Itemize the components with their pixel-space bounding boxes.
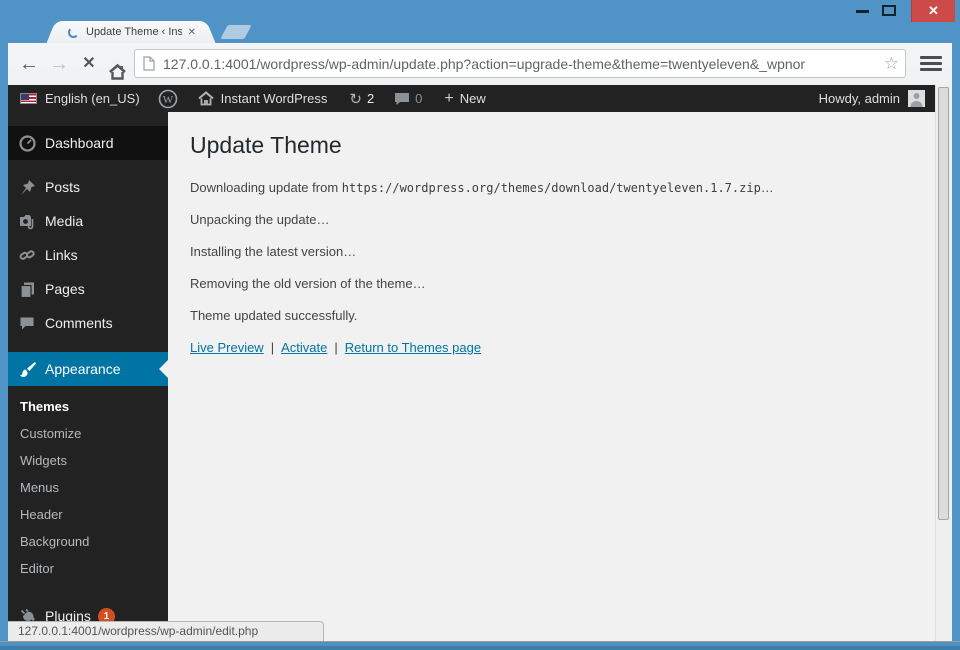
pushpin-icon: [18, 178, 37, 197]
back-button[interactable]: ←: [16, 43, 42, 85]
progress-message-removing: Removing the old version of the theme…: [190, 276, 426, 291]
forward-button[interactable]: →: [46, 43, 72, 85]
browser-tab[interactable]: Update Theme ‹ Instant W ✕: [60, 21, 202, 43]
page-document-icon: [143, 56, 155, 71]
bookmark-star-icon[interactable]: ☆: [884, 54, 899, 74]
updates-icon[interactable]: ↻: [349, 90, 362, 108]
dashboard-gauge-icon: [18, 134, 37, 153]
sidebar-item-pages[interactable]: Pages: [8, 272, 168, 306]
submenu-item-customize[interactable]: Customize: [8, 420, 168, 447]
pages-stack-icon: [18, 280, 37, 299]
comments-count[interactable]: 0: [415, 91, 422, 106]
submenu-item-background[interactable]: Background: [8, 528, 168, 555]
page-scrollbar[interactable]: [935, 85, 952, 641]
return-to-themes-link[interactable]: Return to Themes page: [345, 340, 481, 355]
tab-loading-spinner-icon: [68, 26, 79, 38]
window-minimize-button[interactable]: [856, 10, 869, 13]
progress-message-success: Theme updated successfully.: [190, 308, 358, 323]
page-viewport: English (en_US) W Instant WordPress ↻ 2: [8, 85, 952, 641]
main-content: Update Theme Downloading update from htt…: [168, 112, 935, 641]
submenu-item-themes[interactable]: Themes: [8, 393, 168, 420]
language-flag-icon[interactable]: [20, 93, 37, 104]
live-preview-link[interactable]: Live Preview: [190, 340, 264, 355]
window-close-button[interactable]: ✕: [911, 0, 955, 22]
user-avatar[interactable]: [908, 90, 925, 107]
submenu-item-editor[interactable]: Editor: [8, 555, 168, 582]
wordpress-logo-icon: W: [158, 89, 177, 108]
new-content-plus-icon[interactable]: +: [444, 90, 453, 108]
new-tab-button[interactable]: [220, 25, 252, 39]
wp-admin-bar: English (en_US) W Instant WordPress ↻ 2: [8, 85, 935, 112]
progress-message-installing: Installing the latest version…: [190, 244, 357, 259]
wp-admin-menu: Dashboard Posts Media Links Pages Commen…: [8, 112, 168, 641]
sidebar-item-comments[interactable]: Comments: [8, 306, 168, 340]
browser-toolbar: ← → ✕ 127.0.0.1:4001/wordpress/wp-admin/…: [8, 43, 952, 85]
submenu-item-widgets[interactable]: Widgets: [8, 447, 168, 474]
tab-title: Update Theme ‹ Instant W: [86, 26, 182, 38]
browser-menu-button[interactable]: [920, 56, 942, 72]
appearance-submenu: Themes Customize Widgets Menus Header Ba…: [8, 386, 168, 591]
progress-message-downloading: Downloading update from https://wordpres…: [190, 180, 774, 195]
link-separator: |: [270, 340, 275, 355]
comments-bubble-icon[interactable]: [394, 92, 410, 106]
activate-link[interactable]: Activate: [281, 340, 327, 355]
download-url: https://wordpress.org/themes/download/tw…: [341, 181, 761, 195]
action-links-row: Live Preview | Activate | Return to Themes p…: [190, 339, 915, 357]
stop-loading-button[interactable]: ✕: [76, 43, 102, 85]
site-name-menu[interactable]: Instant WordPress: [221, 91, 328, 106]
language-menu[interactable]: English (en_US): [45, 91, 140, 106]
new-content-menu[interactable]: New: [460, 91, 486, 106]
submenu-item-header[interactable]: Header: [8, 501, 168, 528]
page-title: Update Theme: [190, 132, 342, 158]
svg-text:W: W: [162, 94, 173, 106]
progress-message-unpacking: Unpacking the update…: [190, 212, 330, 227]
howdy-account-menu[interactable]: Howdy, admin: [819, 91, 900, 106]
browser-window: ✕ Update Theme ‹ Instant W ✕ ← → ✕ 127.0…: [0, 0, 960, 650]
home-button[interactable]: [104, 54, 130, 80]
sidebar-item-dashboard[interactable]: Dashboard: [8, 126, 168, 160]
updates-count[interactable]: 2: [367, 91, 374, 106]
paint-brush-icon: [18, 360, 37, 379]
sidebar-item-appearance[interactable]: Appearance: [8, 352, 168, 386]
hamburger-icon: [920, 56, 942, 59]
submenu-item-menus[interactable]: Menus: [8, 474, 168, 501]
sidebar-item-links[interactable]: Links: [8, 238, 168, 272]
sidebar-item-media[interactable]: Media: [8, 204, 168, 238]
comment-bubble-icon: [18, 314, 37, 333]
link-separator: |: [334, 340, 338, 355]
status-bar-link-preview: 127.0.0.1:4001/wordpress/wp-admin/edit.p…: [8, 621, 324, 641]
url-text[interactable]: 127.0.0.1:4001/wordpress/wp-admin/update…: [163, 56, 884, 72]
media-camera-icon: [18, 212, 37, 231]
wordpress-logo-menu[interactable]: W: [158, 89, 178, 109]
site-home-icon[interactable]: [198, 91, 214, 106]
chain-link-icon: [18, 246, 37, 265]
window-maximize-button[interactable]: [882, 5, 896, 16]
home-icon: [108, 63, 126, 80]
sidebar-item-posts[interactable]: Posts: [8, 170, 168, 204]
tab-close-icon[interactable]: ✕: [186, 27, 198, 38]
window-bottom-frame: [0, 641, 960, 650]
url-bar[interactable]: 127.0.0.1:4001/wordpress/wp-admin/update…: [134, 49, 906, 78]
scrollbar-thumb[interactable]: [938, 87, 949, 520]
